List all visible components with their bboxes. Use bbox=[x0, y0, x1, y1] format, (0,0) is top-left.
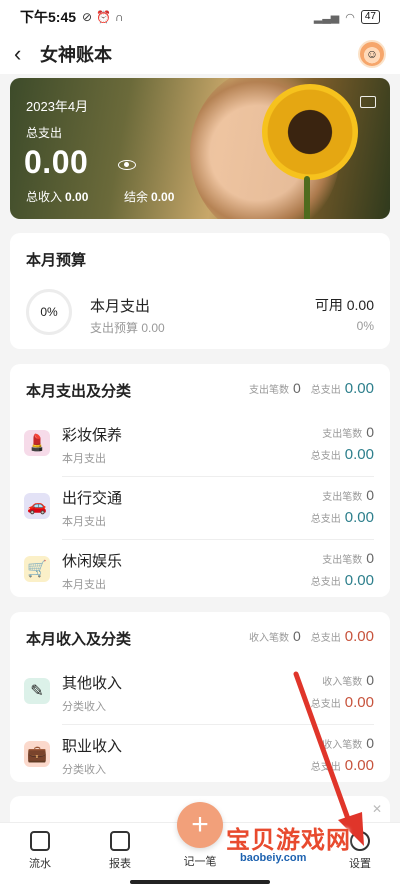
category-count: 支出笔数 0 bbox=[322, 487, 374, 503]
total-value: 0.00 bbox=[344, 572, 374, 589]
sunflower-image bbox=[262, 84, 358, 180]
tab-flow-label: 流水 bbox=[29, 858, 51, 870]
car-icon: 🚗 bbox=[24, 493, 50, 519]
tab-report-label: 报表 bbox=[109, 858, 131, 870]
pencil-icon: ✎ bbox=[24, 678, 50, 704]
count-label: 支出笔数 bbox=[322, 555, 363, 566]
income-section-title: 本月收入及分类 bbox=[26, 631, 132, 648]
count-value: 0 bbox=[366, 487, 374, 503]
summary-banner: 2023年4月 总支出 0.00 总收入 0.00 结余 0.00 bbox=[10, 78, 390, 219]
status-bar: 下午5:45 ⊘ ⏰ ∩ ▂▃▅ ◠ 47 bbox=[0, 0, 400, 34]
category-count: 支出笔数 0 bbox=[322, 424, 374, 440]
expense-total: 0.00 bbox=[344, 380, 374, 397]
income-count: 0 bbox=[293, 628, 301, 644]
list-item[interactable]: 🛒 休闲娱乐 本月支出 支出笔数 0 总支出 0.00 bbox=[10, 540, 390, 602]
income-total-label: 总支出 bbox=[310, 633, 341, 644]
budget-name: 本月支出 bbox=[90, 298, 151, 315]
category-name: 出行交通 bbox=[62, 490, 123, 507]
back-button[interactable]: ‹ bbox=[14, 41, 36, 67]
budget-card[interactable]: 本月预算 0% 本月支出 支出预算 0.00 可用 0.00 0% bbox=[10, 233, 390, 349]
briefcase-icon: 💼 bbox=[24, 741, 50, 767]
income-total: 0.00 bbox=[344, 628, 374, 645]
total-expense-label: 总支出 bbox=[26, 126, 63, 140]
count-label: 支出笔数 bbox=[322, 492, 363, 503]
home-indicator[interactable] bbox=[130, 880, 270, 884]
mute-icon: ⊘ bbox=[82, 10, 93, 24]
banner-menu-icon[interactable] bbox=[360, 96, 376, 108]
expense-section-summary: 支出笔数 0 总支出 0.00 bbox=[249, 380, 374, 397]
battery-icon: 47 bbox=[360, 10, 380, 24]
total-value: 0.00 bbox=[344, 446, 374, 463]
budget-used-pct: 0% bbox=[356, 319, 374, 333]
total-income-value: 0.00 bbox=[65, 190, 89, 204]
status-time: 下午5:45 bbox=[20, 9, 77, 25]
expense-count: 0 bbox=[293, 380, 301, 396]
budget-sub: 支出预算 0.00 bbox=[90, 321, 165, 335]
tab-flow[interactable]: 流水 bbox=[10, 831, 70, 871]
category-name: 休闲娱乐 bbox=[62, 553, 123, 570]
category-count: 支出笔数 0 bbox=[322, 550, 374, 566]
signal-icon: ▂▃▅ bbox=[313, 11, 340, 24]
expense-card: 本月支出及分类 支出笔数 0 总支出 0.00 💄 彩妆保养 本月支出 支出笔数… bbox=[10, 364, 390, 597]
income-section-summary: 收入笔数 0 总支出 0.00 bbox=[249, 628, 374, 645]
add-record-button[interactable]: + bbox=[177, 802, 223, 848]
banner-month[interactable]: 2023年4月 bbox=[26, 96, 88, 115]
category-name: 职业收入 bbox=[62, 738, 123, 755]
count-label: 支出笔数 bbox=[322, 429, 363, 440]
balance-value: 0.00 bbox=[151, 190, 175, 204]
alarm-icon: ⏰ bbox=[96, 10, 112, 24]
eye-icon[interactable] bbox=[118, 160, 136, 170]
total-label: 总支出 bbox=[310, 451, 341, 462]
balance-label: 结余 bbox=[124, 190, 149, 204]
category-name: 彩妆保养 bbox=[62, 427, 123, 444]
expense-count-label: 支出笔数 bbox=[249, 385, 289, 396]
status-icons: ⊘ ⏰ ∩ bbox=[82, 10, 124, 24]
page-title: 女神账本 bbox=[40, 45, 112, 65]
list-item[interactable]: 💄 彩妆保养 本月支出 支出笔数 0 总支出 0.00 bbox=[10, 414, 390, 476]
total-label: 总支出 bbox=[310, 577, 341, 588]
balance: 结余 0.00 bbox=[124, 188, 174, 205]
category-desc: 本月支出 bbox=[62, 579, 106, 591]
tab-report[interactable]: 报表 bbox=[90, 831, 150, 871]
category-total: 总支出 0.00 bbox=[311, 446, 374, 463]
category-desc: 分类收入 bbox=[62, 701, 106, 713]
tab-settings-label: 设置 bbox=[349, 858, 371, 870]
budget-ring: 0% bbox=[26, 289, 72, 335]
category-total: 总支出 0.00 bbox=[311, 572, 374, 589]
add-record-label: 记一笔 bbox=[183, 856, 217, 868]
total-income: 总收入 0.00 bbox=[26, 188, 88, 205]
category-desc: 本月支出 bbox=[62, 453, 106, 465]
count-value: 0 bbox=[366, 424, 374, 440]
sunflower-stem bbox=[304, 176, 310, 219]
lipstick-icon: 💄 bbox=[24, 430, 50, 456]
headphones-icon: ∩ bbox=[115, 10, 124, 24]
category-name: 其他收入 bbox=[62, 675, 123, 692]
income-count-label: 收入笔数 bbox=[249, 633, 289, 644]
report-icon bbox=[110, 831, 130, 851]
top-nav: ‹ 女神账本 ☺ bbox=[0, 34, 400, 74]
category-desc: 分类收入 bbox=[62, 764, 106, 776]
cart-icon: 🛒 bbox=[24, 556, 50, 582]
list-icon bbox=[30, 831, 50, 851]
category-desc: 本月支出 bbox=[62, 516, 106, 528]
list-item[interactable]: 🚗 出行交通 本月支出 支出笔数 0 总支出 0.00 bbox=[10, 477, 390, 539]
status-right: ▂▃▅ ◠ 47 bbox=[314, 10, 380, 24]
total-value: 0.00 bbox=[344, 509, 374, 526]
wifi-icon: ◠ bbox=[345, 11, 355, 24]
count-value: 0 bbox=[366, 550, 374, 566]
watermark-text: 宝贝游戏网 bbox=[226, 826, 351, 854]
total-label: 总支出 bbox=[310, 514, 341, 525]
expense-section-title: 本月支出及分类 bbox=[26, 383, 132, 400]
expense-total-label: 总支出 bbox=[310, 385, 341, 396]
total-income-label: 总收入 bbox=[26, 190, 63, 204]
category-total: 总支出 0.00 bbox=[311, 509, 374, 526]
budget-title: 本月预算 bbox=[26, 252, 87, 269]
close-icon[interactable]: ✕ bbox=[372, 802, 382, 816]
watermark-url: baobeiy.com bbox=[240, 852, 307, 864]
budget-available: 可用 0.00 bbox=[314, 297, 374, 313]
avatar[interactable]: ☺ bbox=[358, 40, 386, 68]
total-expense-value: 0.00 bbox=[24, 144, 89, 180]
